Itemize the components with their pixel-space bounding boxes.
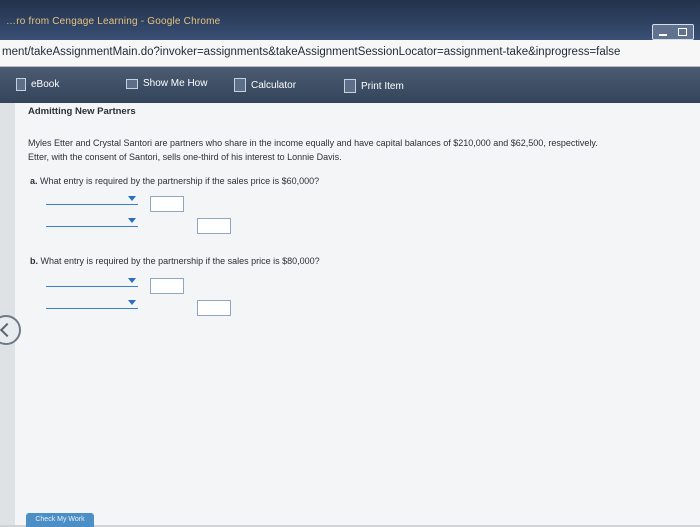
question-a: a. What entry is required by the partner… [30,176,319,186]
debit-input-a1[interactable] [150,196,184,212]
account-dropdown-a2[interactable] [46,217,138,227]
chevron-down-icon [128,196,136,201]
window-titlebar: …ro from Cengage Learning - Google Chrom… [0,0,700,40]
ebook-button[interactable]: eBook [16,78,59,91]
chevron-down-icon [128,300,136,305]
question-a-letter: a. [30,176,38,186]
restore-icon[interactable] [678,28,688,36]
address-url[interactable]: ment/takeAssignmentMain.do?invoker=assig… [2,46,620,58]
credit-input-b2[interactable] [197,300,231,316]
debit-input-b1[interactable] [150,278,184,294]
calculator-button[interactable]: Calculator [234,78,296,92]
print-item-label: Print Item [361,80,404,92]
show-me-how-label: Show Me How [143,78,208,89]
book-icon [16,78,26,91]
chevron-down-icon [128,218,136,223]
credit-input-a2[interactable] [197,218,231,234]
question-b-letter: b. [30,256,38,266]
problem-panel [15,103,700,525]
question-b-text: What entry is required by the partnershi… [40,256,320,266]
left-gutter [0,103,15,525]
video-icon [126,78,138,89]
chevron-down-icon [128,278,136,283]
calculator-label: Calculator [251,79,297,91]
address-bar[interactable]: ment/takeAssignmentMain.do?invoker=assig… [0,40,700,67]
assignment-toolbar: eBook Show Me How Calculator Print Item [0,67,700,103]
problem-heading: Admitting New Partners [28,106,136,117]
account-dropdown-b1[interactable] [46,277,138,287]
question-b: b. What entry is required by the partner… [30,256,320,266]
print-item-button[interactable]: Print Item [344,79,404,93]
print-icon [344,79,356,93]
window-title: …ro from Cengage Learning - Google Chrom… [6,16,221,27]
account-dropdown-a1[interactable] [46,195,138,205]
show-me-how-button[interactable]: Show Me How [126,78,207,89]
problem-text-line1: Myles Etter and Crystal Santori are part… [28,138,598,148]
problem-text-line2: Etter, with the consent of Santori, sell… [28,152,342,162]
account-dropdown-b2[interactable] [46,299,138,309]
ebook-label: eBook [31,79,60,90]
question-a-text: What entry is required by the partnershi… [40,176,320,186]
window-controls [652,24,694,40]
minimize-icon[interactable] [658,34,667,36]
calculator-icon [234,78,246,92]
